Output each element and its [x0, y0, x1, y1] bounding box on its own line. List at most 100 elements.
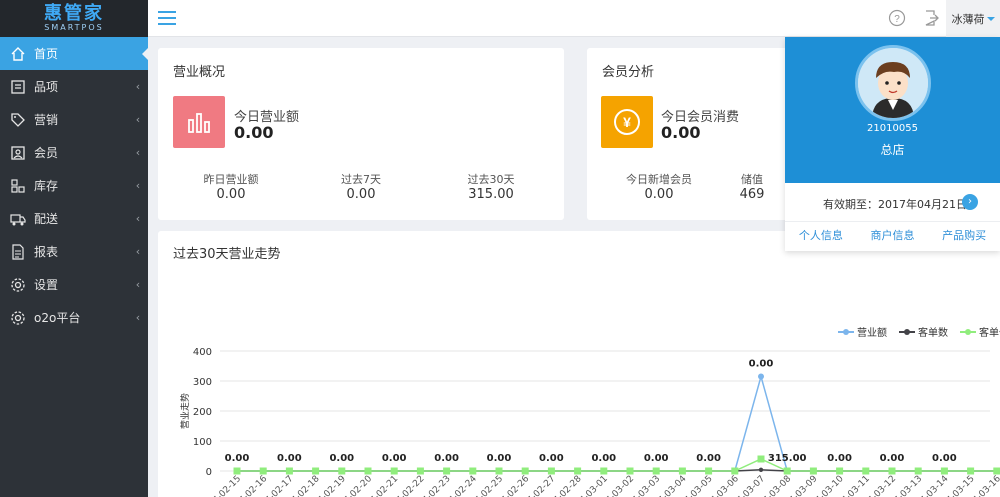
- user-dropdown: 21010055 总店 有效期至：2017年04月21日 › 个人信息 商户信息…: [785, 37, 1000, 251]
- sidebar-item-7[interactable]: 设置 ‹: [0, 268, 148, 301]
- report-icon: [12, 243, 24, 260]
- stat-value: 469: [739, 187, 765, 202]
- data-label: 0.00: [932, 453, 957, 464]
- chevron-left-icon: ‹: [135, 179, 141, 192]
- chevron-left-icon: ‹: [135, 212, 141, 225]
- chevron-left-icon: ‹: [135, 80, 141, 93]
- product-purchase-link[interactable]: 产品购买: [928, 222, 1000, 251]
- sidebar-item-8[interactable]: o2o平台 ‹: [0, 301, 148, 334]
- chevron-right-icon[interactable]: ›: [962, 194, 978, 210]
- svg-text:¥: ¥: [623, 114, 631, 130]
- data-point: [600, 467, 608, 475]
- data-label: 0.00: [487, 453, 512, 464]
- data-label: 0.00: [827, 453, 852, 464]
- sidebar-item-5[interactable]: 配送 ‹: [0, 202, 148, 235]
- y-tick-label: 200: [193, 407, 212, 418]
- sidebar-item-1[interactable]: 品项 ‹: [0, 70, 148, 103]
- data-point: [521, 467, 529, 475]
- boxes-icon: [11, 178, 25, 193]
- dropdown-header: 21010055 总店: [785, 37, 1000, 183]
- stat-label: 过去7天: [341, 173, 381, 186]
- data-label: 0.00: [749, 359, 774, 370]
- expire-date: 有效期至：2017年04月21日: [823, 198, 967, 211]
- sidebar-item-4[interactable]: 库存 ‹: [0, 169, 148, 202]
- chevron-left-icon: ‹: [135, 311, 141, 324]
- data-label: 0.00: [225, 453, 250, 464]
- chevron-left-icon: ‹: [135, 245, 141, 258]
- svg-text:?: ?: [894, 14, 900, 25]
- chevron-left-icon: ‹: [135, 113, 141, 126]
- data-point: [836, 467, 844, 475]
- sidebar-item-label: 营销: [34, 113, 59, 127]
- y-axis-label: 营业走势: [179, 393, 191, 429]
- stat-label: 储值: [741, 173, 763, 186]
- user-id: 21010055: [867, 123, 918, 134]
- data-point: [888, 467, 896, 475]
- data-point: [495, 467, 503, 475]
- sidebar-item-label: 品项: [34, 80, 59, 94]
- data-point: [758, 467, 764, 472]
- data-label: 0.00: [277, 453, 302, 464]
- member-icon: [11, 145, 25, 160]
- sidebar-item-label: 报表: [34, 245, 59, 259]
- card-title: 会员分析: [602, 65, 655, 80]
- help-icon[interactable]: ?: [888, 9, 906, 27]
- trend-chart-card: 过去30天营业走势 营业额客单数客单价 0100200300400营业走势201…: [158, 231, 1000, 497]
- sidebar-item-3[interactable]: 会员 ‹: [0, 136, 148, 169]
- data-point: [443, 467, 451, 475]
- data-point: [758, 373, 764, 380]
- sidebar-item-2[interactable]: 营销 ‹: [0, 103, 148, 136]
- merchant-info-link[interactable]: 商户信息: [857, 222, 929, 251]
- stat-value: 0.00: [346, 187, 376, 202]
- member-analysis-card: 会员分析 ¥ 今日会员消费 0.00 今日新增会员 0.00 储值 469: [587, 48, 792, 220]
- data-point: [862, 467, 870, 475]
- y-tick-label: 400: [193, 347, 212, 358]
- data-point: [574, 467, 582, 475]
- sidebar-item-6[interactable]: 报表 ‹: [0, 235, 148, 268]
- sidebar-item-label: 配送: [34, 212, 59, 226]
- sidebar-item-label: 设置: [34, 278, 59, 292]
- sidebar: 惠管家 SMARTPOS 首页 品项 ‹ 营销 ‹ 会员 ‹ 库存 ‹ 配送 ‹ 报表 ‹ 设置 ‹ o2o平…: [0, 0, 149, 497]
- logo[interactable]: 惠管家 SMARTPOS: [0, 0, 148, 37]
- y-tick-label: 0: [206, 467, 212, 478]
- member-spend-value: 0.00: [661, 123, 701, 142]
- data-point: [285, 467, 293, 475]
- data-point: [259, 467, 267, 475]
- menu-icon[interactable]: [158, 9, 176, 27]
- avatar[interactable]: [855, 45, 931, 121]
- user-name: 冰薄荷: [951, 12, 985, 26]
- yen-icon: ¥: [601, 96, 653, 148]
- data-point: [364, 467, 372, 475]
- data-label: 0.00: [880, 453, 905, 464]
- sidebar-item-label: 会员: [34, 146, 59, 160]
- data-point: [705, 467, 713, 475]
- truck-icon: [10, 213, 26, 225]
- stat-value: 315.00: [468, 187, 514, 202]
- user-menu-button[interactable]: 冰薄荷: [946, 0, 1000, 37]
- data-label: 0.00: [644, 453, 669, 464]
- data-label: 0.00: [696, 453, 721, 464]
- data-point: [783, 467, 791, 475]
- stat-value: 0.00: [216, 187, 246, 202]
- logout-icon[interactable]: [922, 9, 940, 27]
- line-chart: 0100200300400营业走势2017-02-152017-02-16201…: [179, 347, 1000, 497]
- settings-icon: [11, 310, 25, 325]
- data-point: [940, 467, 948, 475]
- stat-label: 今日新增会员: [626, 173, 692, 186]
- data-point: [993, 467, 1000, 475]
- personal-info-link[interactable]: 个人信息: [785, 222, 857, 251]
- card-title: 营业概况: [173, 65, 226, 80]
- data-point: [967, 467, 975, 475]
- data-point: [678, 467, 686, 475]
- business-overview-card: 营业概况 今日营业额 0.00 昨日营业额 0.00 过去7天 0.00 过去3…: [158, 48, 564, 220]
- tag-icon: [11, 112, 25, 127]
- y-tick-label: 300: [193, 377, 212, 388]
- sidebar-item-0[interactable]: 首页: [0, 37, 149, 70]
- dropdown-links: 个人信息 商户信息 产品购买: [785, 221, 1000, 251]
- data-label: 0.00: [591, 453, 616, 464]
- store-name: 总店: [880, 143, 905, 157]
- logo-sub: SMARTPOS: [44, 23, 104, 32]
- sidebar-item-label: o2o平台: [34, 311, 81, 325]
- sidebar-item-label: 库存: [34, 179, 59, 193]
- data-point: [652, 467, 660, 475]
